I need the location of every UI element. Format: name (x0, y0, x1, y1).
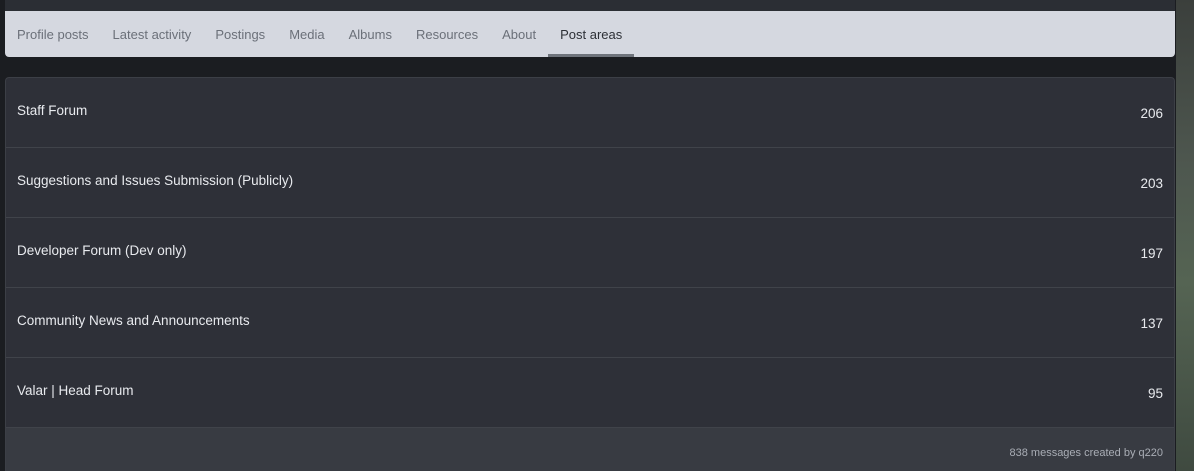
tab-albums[interactable]: Albums (337, 11, 404, 57)
forum-title[interactable]: Valar | Head Forum (17, 383, 134, 398)
tab-label: Postings (215, 26, 266, 42)
tab-label: Latest activity (112, 26, 192, 42)
forum-post-count: 197 (1140, 246, 1163, 261)
header-strip (5, 0, 1175, 11)
forum-title[interactable]: Community News and Announcements (17, 313, 250, 328)
forum-post-count: 137 (1140, 316, 1163, 331)
profile-page: Profile posts Latest activity Postings M… (0, 0, 1194, 471)
background-edge (1176, 0, 1194, 471)
tab-profile-posts[interactable]: Profile posts (5, 11, 101, 57)
tab-label: Profile posts (17, 26, 89, 42)
forum-post-count: 95 (1147, 386, 1163, 401)
forum-title[interactable]: Suggestions and Issues Submission (Publi… (17, 173, 293, 188)
forum-title[interactable]: Staff Forum (17, 103, 87, 118)
panel-footer: 838 messages created by q220 (6, 428, 1174, 471)
tab-media[interactable]: Media (277, 11, 336, 57)
forum-post-count: 206 (1140, 106, 1163, 121)
profile-tab-bar: Profile posts Latest activity Postings M… (5, 11, 1175, 57)
tab-latest-activity[interactable]: Latest activity (101, 11, 204, 57)
tab-label: About (502, 26, 537, 42)
forum-title[interactable]: Developer Forum (Dev only) (17, 243, 187, 258)
tab-label: Post areas (560, 26, 623, 42)
post-areas-panel: Staff Forum 206 Suggestions and Issues S… (5, 77, 1175, 471)
forum-post-count: 203 (1140, 176, 1163, 191)
tab-postings[interactable]: Postings (203, 11, 277, 57)
forum-row[interactable]: Valar | Head Forum 95 (6, 358, 1174, 428)
tab-label: Resources (415, 26, 479, 42)
tab-label: Media (289, 26, 325, 42)
forum-row[interactable]: Staff Forum 206 (6, 78, 1174, 148)
tab-label: Albums (348, 26, 392, 42)
forum-row[interactable]: Community News and Announcements 137 (6, 288, 1174, 358)
tab-about[interactable]: About (490, 11, 548, 57)
forum-row[interactable]: Suggestions and Issues Submission (Publi… (6, 148, 1174, 218)
messages-summary: 838 messages created by q220 (1009, 446, 1164, 459)
forum-row[interactable]: Developer Forum (Dev only) 197 (6, 218, 1174, 288)
tab-post-areas[interactable]: Post areas (548, 11, 635, 57)
tab-resources[interactable]: Resources (404, 11, 490, 57)
